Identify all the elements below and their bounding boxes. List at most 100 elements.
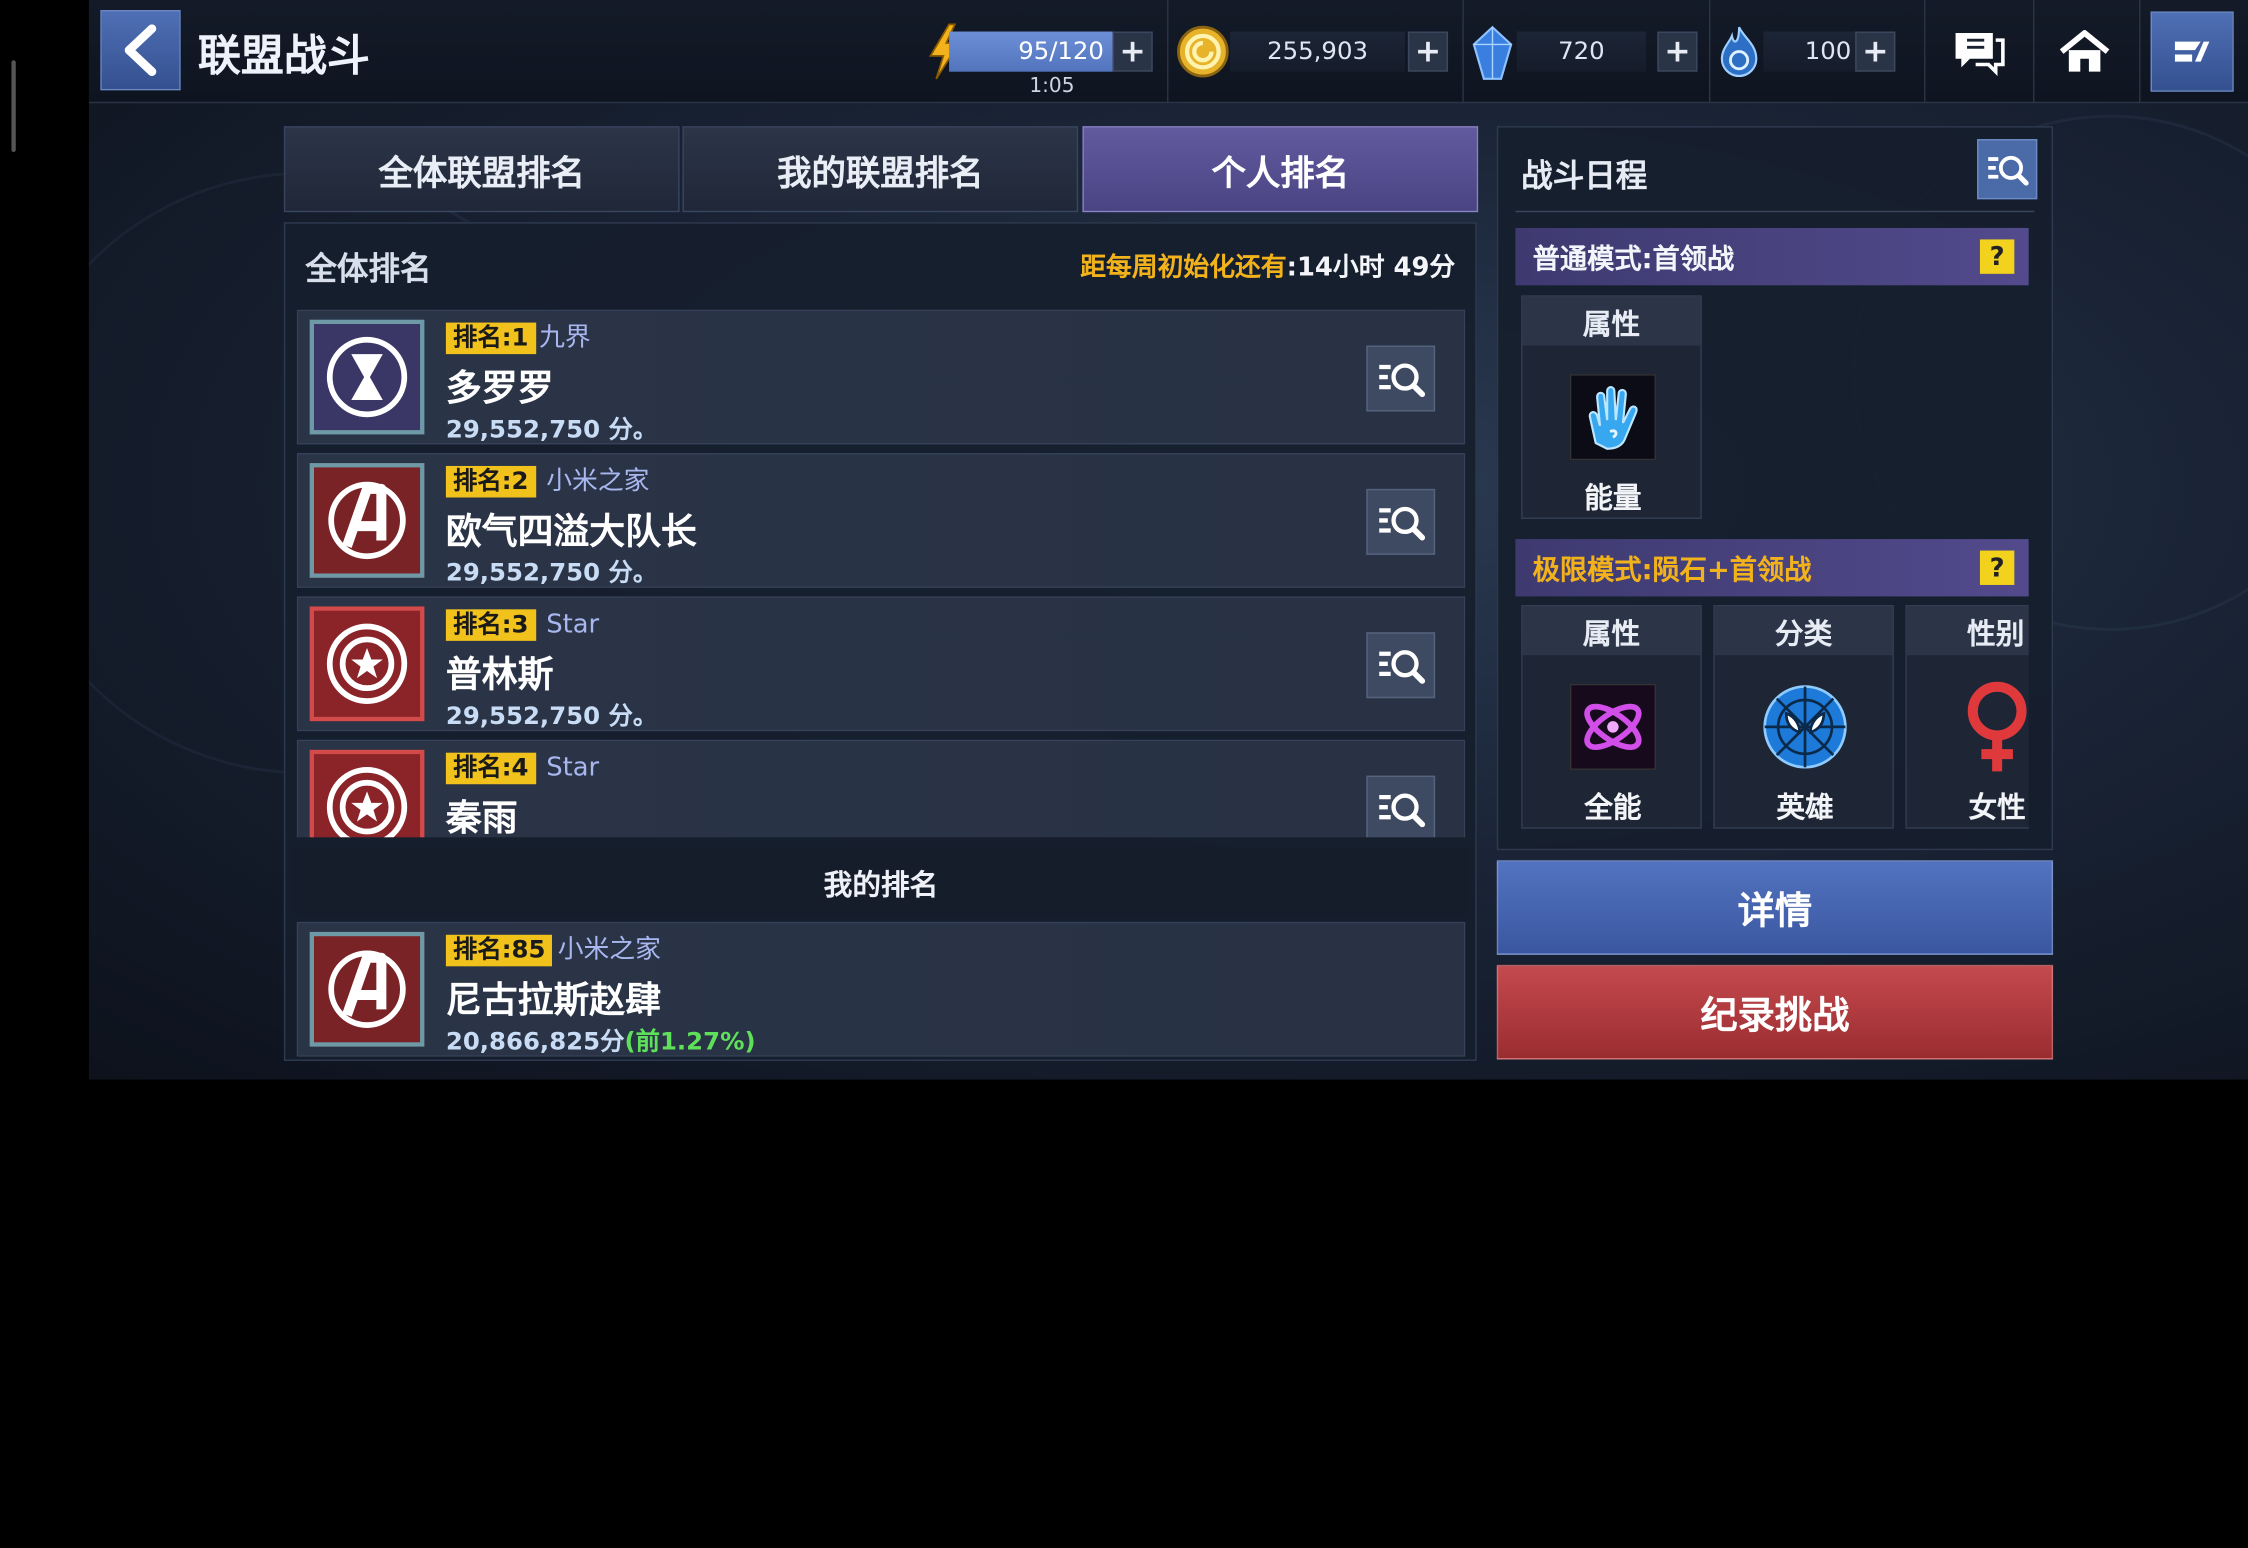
details-button[interactable]: 详情 [1496,860,2054,955]
tab-my-alliance-ranking[interactable]: 我的联盟排名 [682,126,1079,213]
attr-label: 女性 [1968,789,2026,825]
search-list-icon [1379,793,1426,828]
extreme-attr-card: 属性 全能 [1521,605,1702,829]
extreme-attr-card: 性别 女性 [1905,605,2029,829]
chevron-left-icon [124,24,157,76]
score-value: 20,866,825分 [445,1027,625,1057]
my-rank-row[interactable]: 排名:85 小米之家 尼古拉斯赵肆 20,866,825分(前1.27%) [296,921,1466,1057]
rank-badge: 排名:2 [445,465,536,498]
normal-mode-help-button[interactable]: ? [1979,239,2015,274]
ranking-title: 全体排名 [305,252,432,289]
black-widow-emblem [309,319,425,435]
gold-bar: 255,903 [1230,31,1406,72]
menu-icon [2174,41,2210,62]
player-name: 尼古拉斯赵肆 [445,979,661,1021]
gold-value: 255,903 [1267,37,1368,66]
chat-button[interactable] [1938,23,2018,80]
energy-value: 95/120 [1018,37,1104,66]
extreme-mode-help-button[interactable]: ? [1979,550,2015,585]
home-button[interactable] [2044,23,2124,80]
extreme-attr-card: 分类 英雄 [1713,605,1894,829]
attr-header: 属性 [1522,606,1701,656]
divider [2139,0,2141,104]
normal-attr-card: 属性 能量 [1521,295,1702,519]
inspect-player-button[interactable] [1366,345,1436,412]
divider [1924,0,1926,104]
top-bar: 联盟战斗 95/120 1:05 + 255,903 + 720 + 100 + [88,0,2248,104]
ranking-row[interactable]: 排名:3 Star 普林斯 29,552,750 分。 [296,596,1466,732]
avengers-emblem [309,931,425,1047]
crystal-bar: 720 [1516,31,1646,72]
ranking-row[interactable]: 排名:1 九界 多罗罗 29,552,750 分。 [296,309,1466,445]
female-icon [1954,681,2029,772]
attr-header: 分类 [1714,606,1893,656]
player-name: 欧气四溢大队长 [445,510,697,552]
extreme-attr-row: 属性 全能 分类 英雄 性别 女性 [1515,602,2029,831]
add-stamina-button[interactable]: + [1855,31,1896,72]
attr-label: 全能 [1584,789,1642,825]
spider-hero-icon [1762,684,1848,770]
alliance-name: Star [546,609,600,640]
page-title: 联盟战斗 [197,31,370,82]
crystal-icon [1468,23,1517,83]
home-icon [2059,30,2110,72]
rank-badge: 排名:4 [445,752,536,785]
schedule-title: 战斗日程 [1521,159,1648,195]
universal-icon [1569,683,1656,770]
divider [1167,0,1169,104]
gold-coin-icon [1176,23,1230,80]
normal-mode-header: 普通模式:首领战 ? [1515,227,2029,286]
inspect-player-button[interactable] [1366,488,1436,555]
ranking-list[interactable]: 排名:1 九界 多罗罗 29,552,750 分。 排名:2 小米之家 欧气四溢… [296,309,1466,838]
inspect-player-button[interactable] [1366,775,1436,838]
energy-hand-icon [1569,374,1656,461]
energy-timer: 1:05 [1029,74,1075,98]
player-name: 秦雨 [445,797,518,838]
rank-badge: 排名:3 [445,609,536,641]
crystal-value: 720 [1558,37,1605,66]
search-list-icon [1379,506,1426,541]
player-score: 29,552,750 分。 [445,415,658,445]
player-score: 29,552,750 分。 [445,559,658,588]
add-crystal-button[interactable]: + [1657,31,1698,72]
add-gold-button[interactable]: + [1407,31,1449,72]
my-rank-title: 我的排名 [293,848,1469,915]
avengers-emblem [309,463,425,578]
add-energy-button[interactable]: + [1112,31,1153,72]
extreme-mode-header: 极限模式:陨石+首领战 ? [1515,539,2029,597]
energy-bar: 95/120 [949,31,1113,72]
chat-icon [1955,32,2005,76]
player-name: 多罗罗 [445,367,554,409]
search-list-icon [1988,155,2029,186]
rank-badge: 排名:85 [445,934,553,967]
attr-header: 属性 [1522,296,1701,346]
divider [1515,210,2035,213]
alliance-name: 九界 [539,322,591,353]
player-name: 普林斯 [445,653,554,696]
divider [1708,0,1711,104]
search-list-icon [1379,363,1426,398]
extreme-mode-title: 极限模式:陨石+首领战 [1532,554,1812,586]
player-score: 20,866,825分(前1.27%) [446,1021,756,1057]
back-button[interactable] [100,10,181,91]
attr-label: 能量 [1584,480,1642,515]
ranking-row[interactable]: 排名:4 Star 秦雨 [296,739,1466,838]
reset-label: 距每周初始化还有 [1080,252,1287,283]
schedule-inspect-button[interactable] [1977,139,2038,200]
attr-header: 性别 [1906,606,2029,656]
menu-button[interactable] [2150,11,2234,92]
tab-personal-ranking[interactable]: 个人排名 [1082,126,1479,213]
tab-all-alliance-ranking[interactable]: 全体联盟排名 [283,126,680,213]
stamina-flame-icon [1715,23,1764,80]
attr-label: 英雄 [1776,789,1834,825]
alliance-name: Star [546,752,600,783]
reset-value: :14小时 49分 [1286,252,1456,283]
record-challenge-button[interactable]: 纪录挑战 [1496,964,2054,1060]
divider [1462,0,1464,104]
weekly-reset-timer: 距每周初始化还有:14小时 49分 [1080,247,1455,284]
captain-america-shield-emblem [309,749,425,838]
ranking-row[interactable]: 排名:2 小米之家 欧气四溢大队长 29,552,750 分。 [296,453,1466,588]
rank-badge: 排名:1 [445,322,536,355]
ranking-panel: 全体排名 距每周初始化还有:14小时 49分 排名:1 九界 多罗罗 29,55… [283,222,1477,1061]
inspect-player-button[interactable] [1366,632,1436,699]
